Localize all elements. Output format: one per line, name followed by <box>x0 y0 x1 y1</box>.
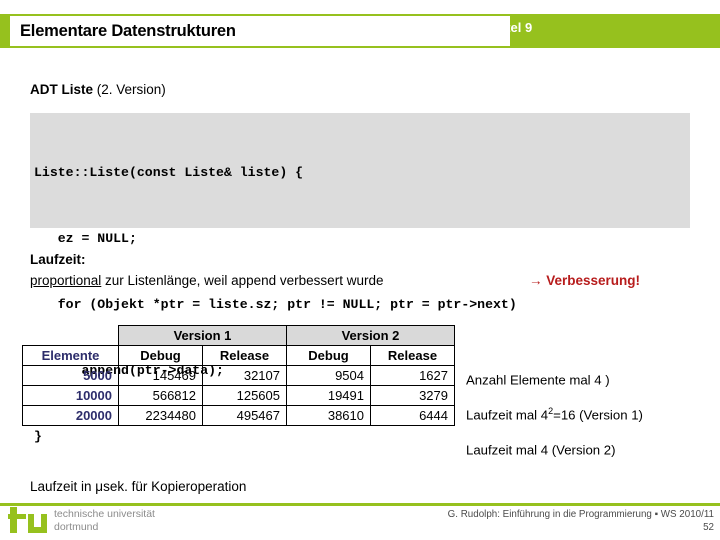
annotation-text: Laufzeit mal 4 (Version 2) <box>466 442 616 458</box>
cell-value: 1627 <box>370 365 455 386</box>
logo-line-1: technische universität <box>54 508 155 520</box>
cell-value: 125605 <box>202 385 287 406</box>
cell-value: 2234480 <box>118 405 203 426</box>
code-line: ez = NULL; <box>34 231 137 246</box>
annotation-text: Anzahl Elemente mal 4 ) <box>466 372 610 388</box>
column-header-v2-release: Release <box>370 345 455 366</box>
cell-value: 9504 <box>286 365 371 386</box>
cell-value: 32107 <box>202 365 287 386</box>
cell-value: 566812 <box>118 385 203 406</box>
section-subtitle: ADT Liste (2. Version) <box>30 82 166 97</box>
cell-elemente: 10000 <box>22 385 119 406</box>
cell-value: 495467 <box>202 405 287 426</box>
footer-credit: G. Rudolph: Einführung in die Programmie… <box>447 509 714 520</box>
benchmark-table: Version 1 Version 2 Elemente Debug Relea… <box>22 325 455 426</box>
runtime-rest-text: zur Listenlänge, weil append verbessert … <box>101 273 384 288</box>
table-caption: Laufzeit in μsek. für Kopieroperation <box>30 479 247 494</box>
cell-elemente: 20000 <box>22 405 119 426</box>
subtitle-bold-part: ADT Liste <box>30 82 94 97</box>
header-title-plate: Elementare Datenstrukturen <box>10 16 510 46</box>
column-header-elemente: Elemente <box>22 345 119 366</box>
page-title: Elementare Datenstrukturen <box>20 21 236 40</box>
table-group-header-row: Version 1 Version 2 <box>23 325 455 346</box>
column-header-v1-release: Release <box>202 345 287 366</box>
annotation-text-post: =16 (Version 1) <box>553 407 643 423</box>
column-header-v1-debug: Debug <box>118 345 203 366</box>
annotation-runtime-version-1: Laufzeit mal 42=16 (Version 1) <box>466 406 643 422</box>
group-header-version-1: Version 1 <box>118 325 287 346</box>
tu-logo-icon <box>8 507 47 533</box>
runtime-description: proportional zur Listenlänge, weil appen… <box>30 273 383 288</box>
chapter-label: Kapitel 9 <box>478 20 533 35</box>
cell-value: 19491 <box>286 385 371 406</box>
logo-line-2: dortmund <box>54 520 99 533</box>
table-column-header-row: Elemente Debug Release Debug Release <box>22 345 455 366</box>
column-header-v2-debug: Debug <box>286 345 371 366</box>
tu-dortmund-logo: technische universität dortmund <box>8 507 155 533</box>
code-line: for (Objekt *ptr = liste.sz; ptr != NULL… <box>34 297 517 312</box>
improvement-callout: → Verbesserung! <box>529 273 641 288</box>
annotation-elements-factor: Anzahl Elemente mal 4 ) <box>466 371 610 387</box>
footer-page-number: 52 <box>703 522 714 533</box>
annotation-text: Laufzeit mal 4 <box>466 407 549 423</box>
group-header-version-2: Version 2 <box>286 325 455 346</box>
cell-value: 38610 <box>286 405 371 426</box>
logo-wordmark: technische universität dortmund <box>54 508 155 533</box>
footer-divider <box>0 503 720 506</box>
cell-value: 6444 <box>370 405 455 426</box>
cell-elemente: 5000 <box>22 365 119 386</box>
runtime-label: Laufzeit: <box>30 252 86 267</box>
annotation-runtime-version-2: Laufzeit mal 4 (Version 2) <box>466 441 616 457</box>
table-row: 10000 566812 125605 19491 3279 <box>22 385 455 406</box>
table-row: 20000 2234480 495467 38610 6444 <box>22 405 455 426</box>
code-block: Liste::Liste(const Liste& liste) { ez = … <box>30 113 690 444</box>
runtime-underlined-word: proportional <box>30 273 102 288</box>
table-corner-blank <box>23 326 119 346</box>
table-row: 5000 145469 32107 9504 1627 <box>22 365 455 386</box>
cell-value: 145469 <box>118 365 203 386</box>
code-line: Liste::Liste(const Liste& liste) { <box>34 165 304 180</box>
subtitle-rest-part: (2. Version) <box>93 82 166 97</box>
cell-value: 3279 <box>370 385 455 406</box>
slide-header-bar: Elementare Datenstrukturen Kapitel 9 <box>0 14 720 48</box>
